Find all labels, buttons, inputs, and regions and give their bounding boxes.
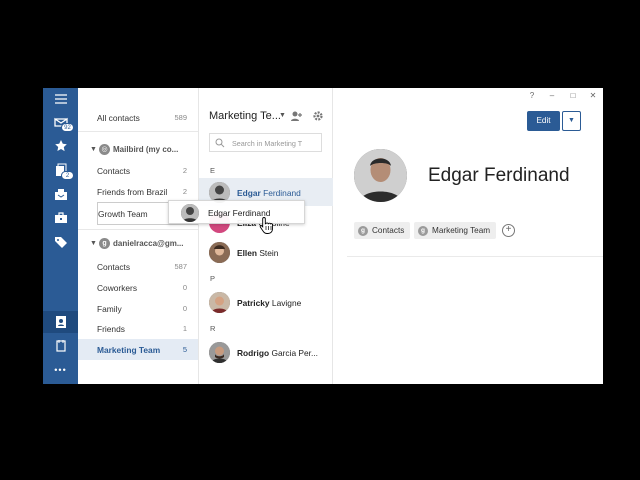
- group-label: Growth Team: [98, 209, 148, 219]
- add-contact-icon[interactable]: [290, 110, 303, 122]
- section-letter: E: [210, 166, 216, 175]
- groups-panel: All contacts 589 ▼ ◎ Mailbird (my co... …: [78, 88, 198, 384]
- close-icon[interactable]: ✕: [588, 91, 598, 101]
- hamburger-menu-icon[interactable]: [43, 88, 78, 110]
- minimize-icon[interactable]: –: [547, 91, 557, 101]
- app-rail: 92 2 •••: [43, 88, 78, 384]
- contact-detail-panel: ? – □ ✕ Edit ▼ Edgar Ferdinand g Contact…: [333, 88, 603, 384]
- section-letter: R: [210, 324, 216, 333]
- contact-name: Rodrigo Garcia Per...: [237, 348, 318, 358]
- group-count: 5: [182, 345, 187, 354]
- divider: [78, 131, 198, 132]
- group-count: 0: [182, 283, 187, 292]
- search-input[interactable]: Search in Marketing T: [209, 133, 322, 152]
- group-marketing-team[interactable]: Marketing Team 5: [78, 339, 198, 360]
- tag-icon[interactable]: [43, 231, 78, 253]
- google-account-icon: g: [418, 225, 428, 236]
- add-tag-button[interactable]: +: [502, 224, 515, 237]
- gear-icon[interactable]: [312, 110, 324, 122]
- star-icon[interactable]: [43, 135, 78, 157]
- chevron-down-icon: ▼: [90, 240, 97, 247]
- group-label: Contacts: [97, 165, 131, 176]
- help-icon[interactable]: ?: [527, 91, 537, 101]
- mailbird-window: 92 2 ••• All contacts 589 ▼ ◎ Mailbird (…: [43, 88, 603, 384]
- group-count: 1: [182, 324, 187, 333]
- chevron-down-icon[interactable]: ▼: [279, 112, 286, 119]
- group-label: Friends from Brazil: [97, 186, 168, 197]
- contact-full-name: Edgar Ferdinand: [428, 165, 570, 186]
- group-count: 587: [174, 262, 187, 271]
- contact-row[interactable]: Rodrigo Garcia Per...: [199, 338, 333, 366]
- chevron-down-icon: ▼: [568, 117, 575, 124]
- group-friends-from-brazil[interactable]: Friends from Brazil 2: [78, 181, 198, 202]
- inbox-icon[interactable]: 92: [43, 111, 78, 133]
- group-count: 2: [182, 187, 187, 196]
- account-label: danielracca@gm...: [113, 239, 184, 248]
- notes-icon[interactable]: [43, 335, 78, 357]
- search-icon: [215, 138, 225, 148]
- contact-row[interactable]: Ellen Stein: [199, 238, 333, 266]
- account-mailbird[interactable]: ▼ ◎ Mailbird (my co...: [78, 141, 198, 159]
- unified-inbox-icon[interactable]: [43, 183, 78, 205]
- group-count: 2: [182, 166, 187, 175]
- hand-cursor-icon: [259, 217, 273, 234]
- group-label: Friends: [97, 323, 125, 334]
- tag-contacts[interactable]: g Contacts: [354, 222, 411, 239]
- avatar: [209, 342, 230, 363]
- group-label: Contacts: [97, 261, 131, 272]
- group-contacts-mailbird[interactable]: Contacts 2: [78, 160, 198, 181]
- avatar: [209, 292, 230, 313]
- group-label: Marketing Team: [97, 344, 161, 355]
- tag-label: Contacts: [372, 226, 405, 235]
- account-gmail[interactable]: ▼ g danielracca@gm...: [78, 235, 198, 253]
- group-family[interactable]: Family 0: [78, 298, 198, 319]
- group-label: Coworkers: [97, 282, 138, 293]
- search-placeholder: Search in Marketing T: [232, 139, 303, 148]
- contacts-panel: Marketing Te... ▼ Search in Marketing T …: [198, 88, 333, 384]
- tag-marketing-team[interactable]: g Marketing Team: [414, 222, 497, 239]
- edit-button[interactable]: Edit: [527, 111, 560, 131]
- maximize-icon[interactable]: □: [568, 91, 578, 101]
- section-letter: P: [210, 274, 216, 283]
- group-all-contacts[interactable]: All contacts 589: [78, 107, 198, 128]
- folders-icon[interactable]: 2: [43, 159, 78, 181]
- edit-dropdown-button[interactable]: ▼: [562, 111, 581, 131]
- group-label: All contacts: [97, 112, 140, 123]
- divider: [347, 256, 603, 257]
- google-account-icon: g: [99, 238, 110, 249]
- contacts-list-title[interactable]: Marketing Te...: [209, 110, 281, 122]
- avatar: [181, 204, 199, 222]
- account-label: Mailbird (my co...: [113, 145, 179, 154]
- contact-row[interactable]: Patricky Lavigne: [199, 288, 333, 316]
- briefcase-icon[interactable]: [43, 207, 78, 229]
- contacts-app-icon[interactable]: [43, 311, 78, 333]
- group-friends[interactable]: Friends 1: [78, 318, 198, 339]
- inbox-badge: 92: [61, 123, 74, 132]
- group-count: 589: [174, 113, 187, 122]
- group-count: 0: [182, 304, 187, 313]
- contact-name: Ellen Stein: [237, 248, 279, 258]
- mailbird-account-icon: ◎: [99, 144, 110, 155]
- contact-name: Patricky Lavigne: [237, 298, 302, 308]
- google-account-icon: g: [358, 225, 368, 236]
- drag-ghost: Edgar Ferdinand: [168, 200, 305, 224]
- tag-label: Marketing Team: [432, 226, 491, 235]
- group-contacts-gmail[interactable]: Contacts 587: [78, 256, 198, 277]
- contact-name: Edgar Ferdinand: [237, 188, 301, 198]
- contact-photo: [354, 149, 407, 202]
- avatar: [209, 242, 230, 263]
- folders-badge: 2: [61, 171, 74, 180]
- more-apps-icon[interactable]: •••: [43, 359, 78, 381]
- group-label: Family: [97, 303, 122, 314]
- chevron-down-icon: ▼: [90, 146, 97, 153]
- group-coworkers[interactable]: Coworkers 0: [78, 277, 198, 298]
- divider: [78, 229, 198, 230]
